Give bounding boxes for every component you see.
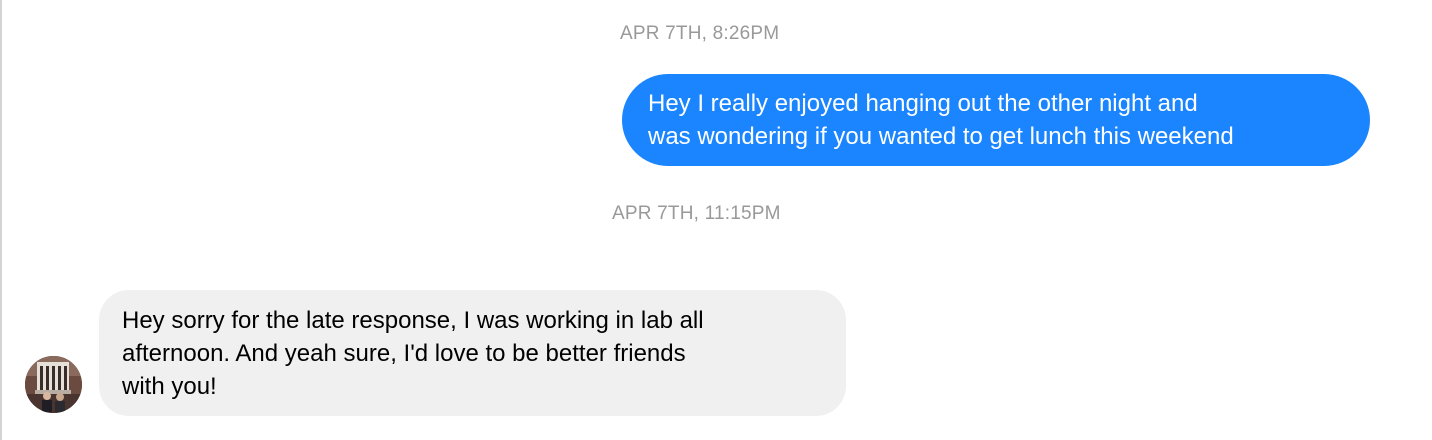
message-text-line: afternoon. And yeah sure, I'd love to be… bbox=[122, 340, 686, 367]
incoming-message-bubble[interactable]: Hey sorry for the late response, I was w… bbox=[99, 290, 846, 416]
message-text-line: Hey I really enjoyed hanging out the oth… bbox=[648, 90, 1198, 117]
pane-divider bbox=[0, 0, 2, 440]
message-text-line: was wondering if you wanted to get lunch… bbox=[648, 123, 1234, 150]
message-text-line: with you! bbox=[122, 373, 217, 400]
message-text-line: Hey sorry for the late response, I was w… bbox=[122, 307, 704, 334]
message-timestamp: APR 7TH, 8:26PM bbox=[620, 23, 780, 44]
outgoing-message-bubble[interactable]: Hey I really enjoyed hanging out the oth… bbox=[622, 74, 1370, 166]
contact-avatar-icon[interactable] bbox=[25, 356, 82, 413]
avatar-photo-icon bbox=[25, 356, 82, 413]
message-timestamp: APR 7TH, 11:15PM bbox=[612, 203, 781, 224]
